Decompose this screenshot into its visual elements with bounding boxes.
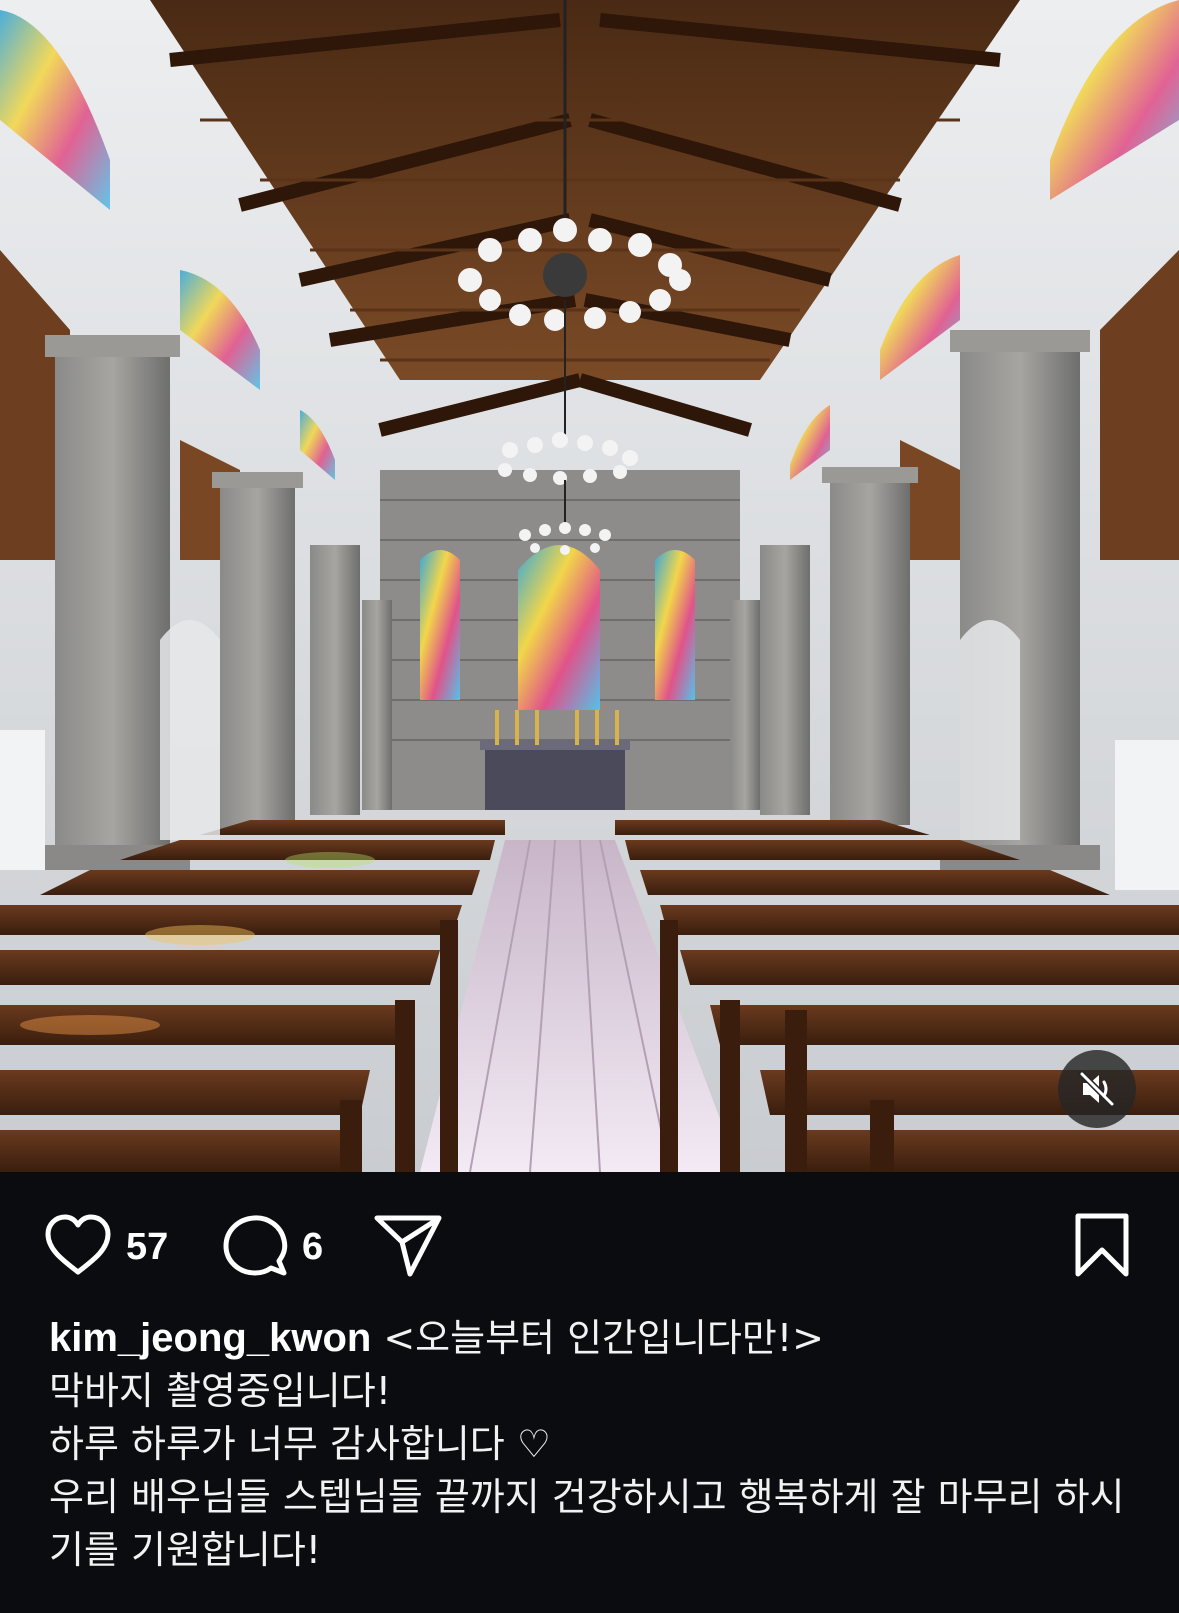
paper-plane-icon [372,1212,444,1282]
like-button[interactable]: 57 [44,1212,168,1282]
caption-line-1: <오늘부터 인간입니다만!> [383,1316,824,1360]
church-interior-photo [0,0,1179,1172]
bookmark-icon [1073,1212,1131,1282]
heart-icon [44,1214,112,1280]
caption-line-2: 막바지 촬영중입니다! [49,1369,391,1413]
comment-button[interactable]: 6 [222,1212,323,1282]
caption-line-4: 우리 배우님들 스텝님들 끝까지 건강하시고 행복하게 잘 마무리 하시기를 기… [49,1475,1125,1572]
mute-toggle-button[interactable] [1058,1050,1136,1128]
action-bar: 57 6 [0,1212,1179,1282]
post-footer: 57 6 kim_jeong_kwon <오늘부터 인간입니다만!> 막바지 촬… [0,1172,1179,1613]
speaker-muted-icon [1077,1069,1117,1109]
comment-bubble-icon [222,1212,288,1282]
likes-count[interactable]: 57 [126,1226,168,1269]
username-link[interactable]: kim_jeong_kwon [49,1316,371,1360]
post-caption: kim_jeong_kwon <오늘부터 인간입니다만!> 막바지 촬영중입니다!… [49,1312,1139,1577]
save-button[interactable] [1073,1212,1131,1282]
share-button[interactable] [372,1212,444,1282]
post-media[interactable] [0,0,1179,1172]
caption-line-3: 하루 하루가 너무 감사합니다 ♡ [49,1422,551,1466]
comments-count[interactable]: 6 [302,1226,323,1269]
